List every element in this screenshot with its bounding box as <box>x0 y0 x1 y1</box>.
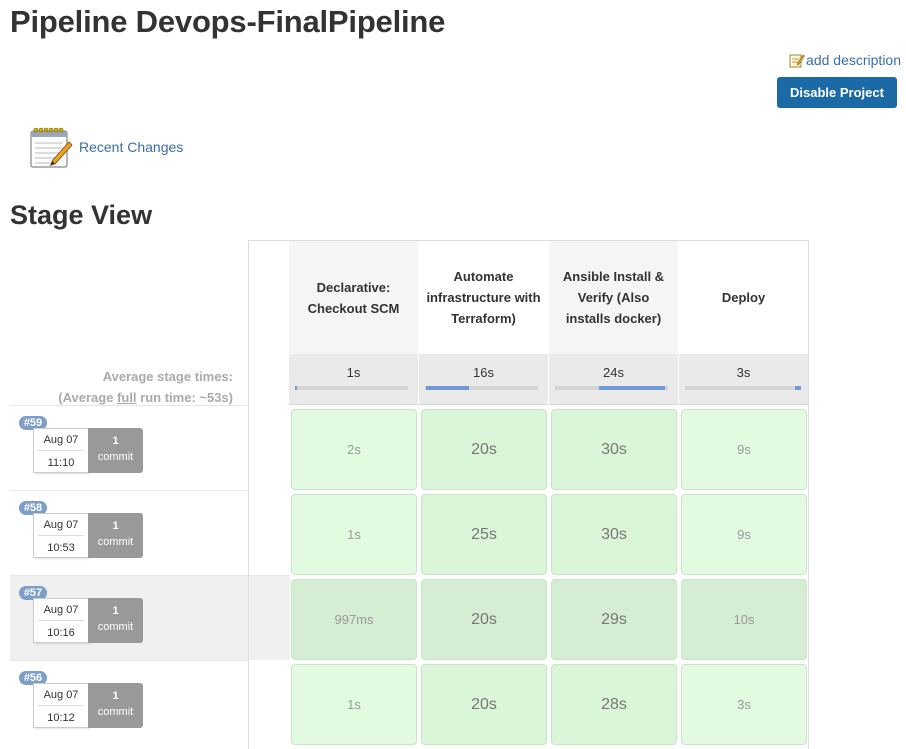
stage-cell-ansible[interactable]: 29s <box>551 579 677 660</box>
disable-project-button[interactable]: Disable Project <box>777 77 897 108</box>
avg-progress-fill <box>794 386 802 390</box>
stage-header-ansible: Ansible Install & Verify (Also installs … <box>549 241 678 354</box>
stage-cell-deploy[interactable]: 3s <box>681 664 807 745</box>
recent-changes[interactable]: Recent Changes <box>28 125 183 171</box>
notepad-icon <box>30 127 73 168</box>
avg-progress-track <box>295 386 408 390</box>
add-description-link[interactable]: add description <box>789 52 901 68</box>
avg-time-ansible: 24s <box>549 354 678 405</box>
average-stage-times-label: Average stage times: (Average full run t… <box>58 366 233 408</box>
stage-cell-deploy[interactable]: 10s <box>681 579 807 660</box>
stage-cell-deploy[interactable]: 9s <box>681 409 807 490</box>
stage-header-deploy: Deploy <box>721 290 766 305</box>
avg-progress-track <box>425 386 538 390</box>
avg-progress-track <box>555 386 668 390</box>
page-title: Pipeline Devops-FinalPipeline <box>10 4 446 39</box>
add-description-label: add description <box>806 52 901 68</box>
average-stage-times-text: Average stage times: <box>102 369 233 384</box>
stage-header-checkout: Declarative: Checkout SCM <box>289 241 418 354</box>
stage-cell-terraform[interactable]: 20s <box>421 409 547 490</box>
avg-progress-fill <box>426 386 470 390</box>
stage-cell-ansible[interactable]: 30s <box>551 409 677 490</box>
stage-cell-terraform[interactable]: 20s <box>421 579 547 660</box>
avg-time-checkout: 1s <box>289 354 418 405</box>
build-date: Aug 07 10:16 <box>33 598 89 643</box>
avg-progress-fill <box>599 386 665 390</box>
build-date: Aug 07 10:53 <box>33 513 89 558</box>
recent-changes-link[interactable]: Recent Changes <box>79 139 183 155</box>
stage-cell-checkout[interactable]: 2s <box>291 409 417 490</box>
stage-cell-checkout[interactable]: 1s <box>291 664 417 745</box>
edit-note-icon <box>789 54 805 68</box>
stage-cell-checkout[interactable]: 1s <box>291 494 417 575</box>
stage-cell-deploy[interactable]: 9s <box>681 494 807 575</box>
stage-cell-terraform[interactable]: 20s <box>421 664 547 745</box>
commit-count-button[interactable]: 1 commit <box>88 428 143 473</box>
full-link[interactable]: full <box>117 390 137 405</box>
build-date: Aug 07 10:12 <box>33 683 89 728</box>
stage-cell-ansible[interactable]: 28s <box>551 664 677 745</box>
build-date: Aug 07 11:10 <box>33 428 89 473</box>
avg-time-terraform: 16s <box>419 354 548 405</box>
stage-cell-ansible[interactable]: 30s <box>551 494 677 575</box>
avg-progress-fill <box>295 386 297 390</box>
avg-time-deploy: 3s <box>679 354 808 405</box>
commit-count-button[interactable]: 1 commit <box>88 683 143 728</box>
stage-cell-checkout[interactable]: 997ms <box>291 579 417 660</box>
stage-header-terraform: Automate infrastructure with Terraform) <box>426 269 541 326</box>
commit-count-button[interactable]: 1 commit <box>88 513 143 558</box>
stage-view-title: Stage View <box>10 200 153 230</box>
stage-cell-terraform[interactable]: 25s <box>421 494 547 575</box>
commit-count-button[interactable]: 1 commit <box>88 598 143 643</box>
avg-progress-track <box>685 386 802 390</box>
